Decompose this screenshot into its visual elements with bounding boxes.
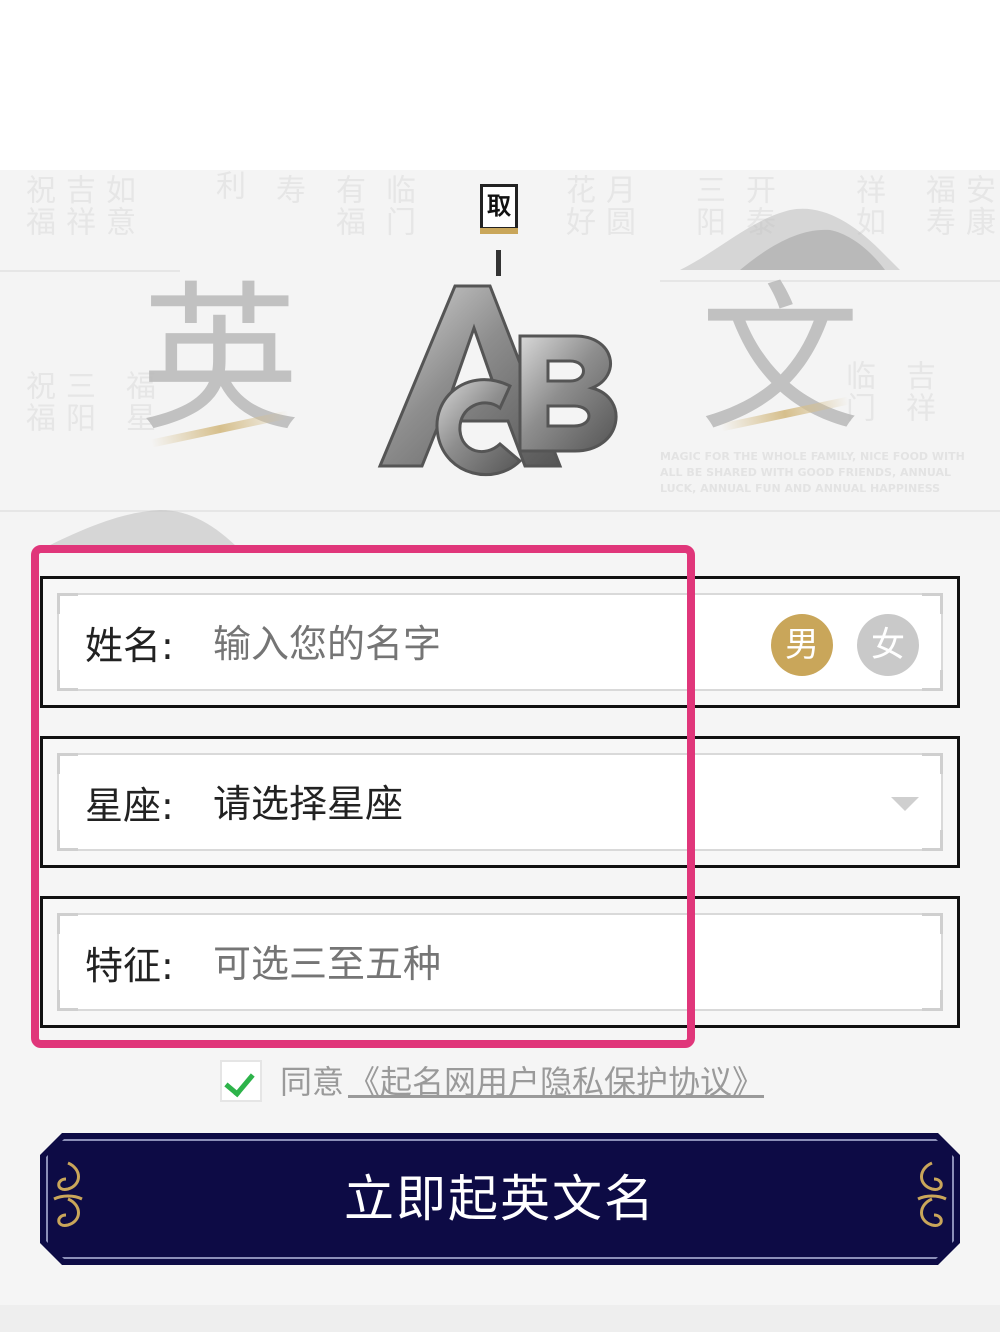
abc-logo <box>377 284 618 477</box>
name-field: 姓名: 男 女 <box>40 576 960 708</box>
ink-mountain-left <box>40 510 240 550</box>
gender-male-button[interactable]: 男 <box>771 614 833 676</box>
submit-button[interactable]: 立即起英文名 <box>40 1133 960 1265</box>
submit-label: 立即起英文名 <box>344 1170 656 1228</box>
name-label: 姓名: <box>85 624 174 668</box>
traits-field: 特征: <box>40 896 960 1028</box>
bottom-bar <box>0 1305 1000 1332</box>
agreement-prefix: 同意 <box>280 1063 345 1101</box>
zodiac-label: 星座: <box>85 784 174 828</box>
check-icon <box>224 1065 255 1098</box>
zodiac-select[interactable]: 请选择星座 <box>213 779 653 829</box>
traits-input[interactable] <box>213 939 653 989</box>
traits-label: 特征: <box>85 944 174 988</box>
gender-female-button[interactable]: 女 <box>857 614 919 676</box>
privacy-agreement-link[interactable]: 《起名网用户隐私保护协议》 <box>348 1062 764 1102</box>
zodiac-field[interactable]: 星座: 请选择星座 <box>40 736 960 868</box>
seal-stamp: 取 <box>480 184 518 230</box>
chevron-down-icon[interactable] <box>891 797 919 811</box>
header-banner: 祝福 吉祥 如意 利 寿 有福 临门 花好 月圆 三阳 开泰 祥如 福寿 安康 … <box>0 170 1000 550</box>
agreement-checkbox[interactable] <box>220 1060 262 1102</box>
top-blank-area <box>0 0 1000 170</box>
name-input[interactable] <box>213 619 653 669</box>
